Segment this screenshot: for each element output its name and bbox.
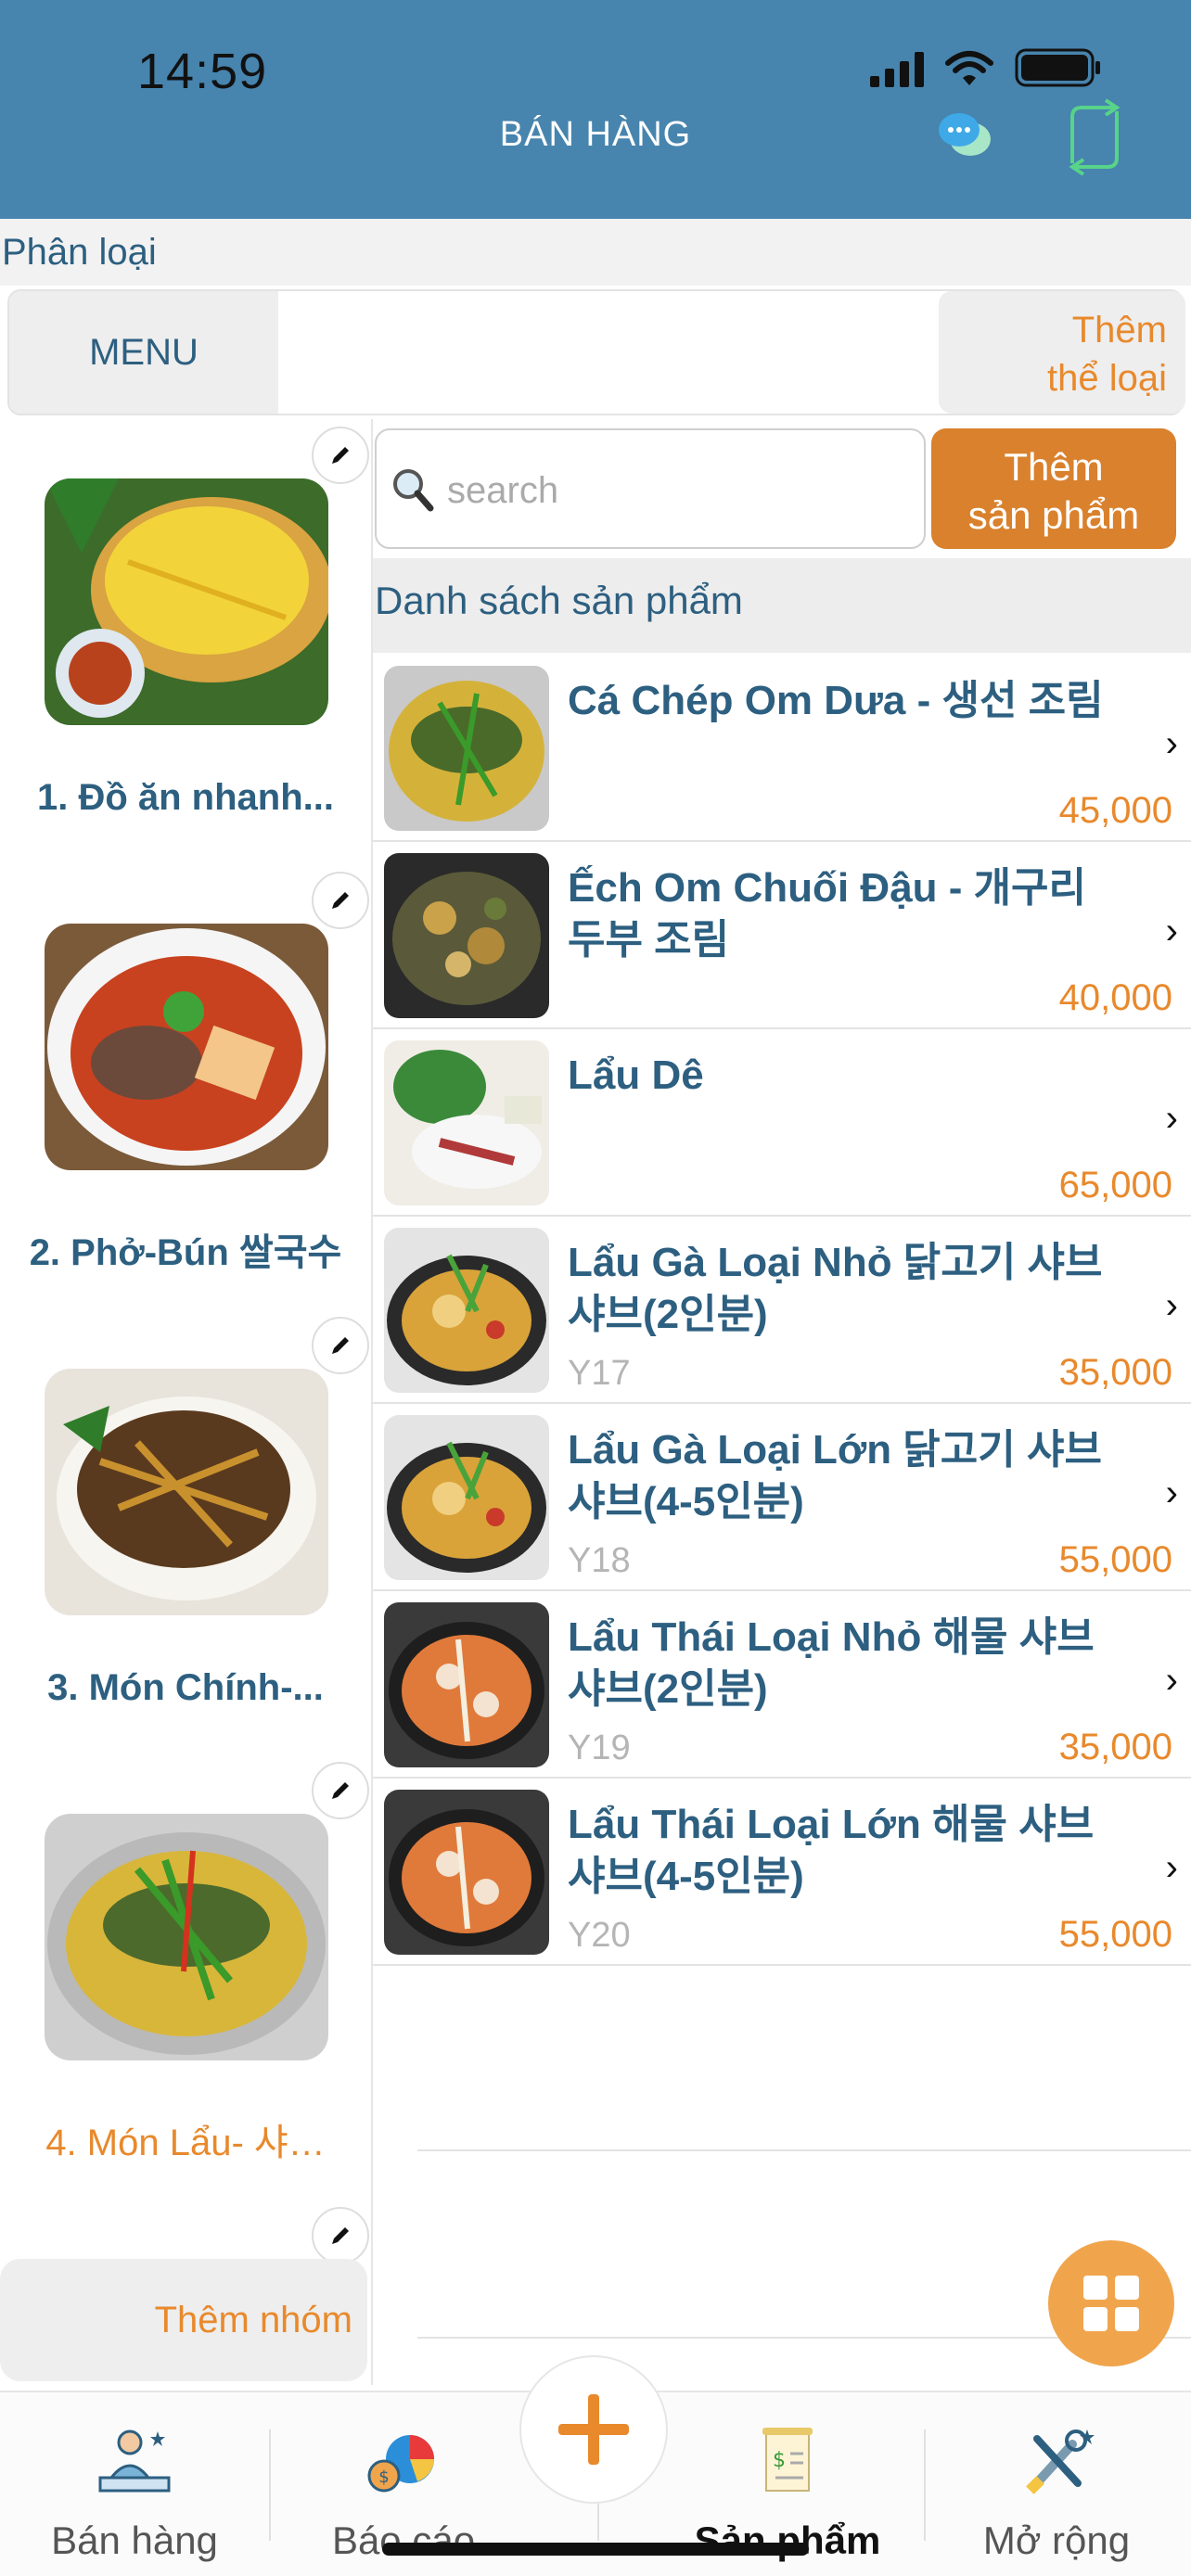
search-input[interactable] [447, 458, 892, 523]
edit-pencil-icon[interactable] [312, 2207, 369, 2264]
edit-pencil-icon[interactable] [312, 872, 369, 929]
wifi-icon [945, 51, 993, 85]
product-row[interactable]: Cá Chép Om Dưa - 생선 조림 › 45,000 [373, 655, 1191, 842]
group-name: 4. Món Lẩu- 샤… [45, 2123, 326, 2163]
group-item[interactable]: 3. Món Chính-... [0, 1309, 371, 1754]
chevron-right-icon: › [1165, 1098, 1178, 1139]
add-group-button[interactable]: Thêm nhóm [0, 2259, 367, 2381]
battery-icon [1015, 48, 1100, 87]
grid-view-button[interactable] [1048, 2240, 1174, 2366]
grid-icon [1083, 2276, 1139, 2331]
product-image [384, 666, 549, 831]
group-item[interactable]: 4. Món Lẩu- 샤… [0, 1754, 371, 2200]
product-name: Lẩu Gà Loại Lớn 닭고기 샤브샤브(4-5인분) [568, 1427, 1102, 1524]
add-category-button[interactable]: Thêm thể loại [939, 291, 1185, 414]
group-name: 3. Món Chính-... [47, 1667, 324, 1708]
tab-label: Bán hàng [51, 2519, 218, 2562]
group-list: 1. Đồ ăn nhanh... 2. Phở-Bún 쌀국수 3. Món … [0, 419, 373, 2385]
product-image [384, 1602, 549, 1767]
group-image [45, 478, 328, 725]
product-price: 55,000 [1058, 1914, 1172, 1955]
chevron-right-icon: › [1165, 723, 1178, 764]
edit-pencil-icon[interactable] [312, 1317, 369, 1374]
tab-mo-rong[interactable]: Mở rộng [922, 2392, 1191, 2576]
edit-pencil-icon[interactable] [312, 1762, 369, 1819]
tab-ban-hang[interactable]: Bán hàng [0, 2392, 269, 2576]
product-name: Cá Chép Om Dưa - 생선 조림 [568, 678, 1104, 723]
product-code: Y19 [568, 1728, 631, 1767]
category-label-bar: Phân loại [0, 219, 1191, 286]
group-image [45, 1814, 328, 2060]
group-name: 2. Phở-Bún 쌀국수 [29, 1232, 342, 1273]
chevron-right-icon: › [1165, 1847, 1178, 1888]
product-receipt-icon: $ [762, 2428, 813, 2492]
product-name: Lẩu Thái Loại Nhỏ 해물 샤브샤브(2인분) [568, 1614, 1095, 1712]
list-divider [417, 2149, 1191, 2151]
product-name: Lẩu Gà Loại Nhỏ 닭고기 샤브샤브(2인분) [568, 1240, 1103, 1337]
chevron-right-icon: › [1165, 1285, 1178, 1326]
app-header: 14:59 BÁN HÀNG [0, 0, 1191, 219]
product-price: 45,000 [1058, 790, 1172, 831]
search-field[interactable] [375, 428, 926, 549]
chevron-right-icon: › [1165, 911, 1178, 951]
product-image [384, 853, 549, 1018]
product-row[interactable]: Ếch Om Chuối Đậu - 개구리 두부 조림 › 40,000 [373, 842, 1191, 1029]
product-image [384, 1790, 549, 1955]
cellular-signal-icon [870, 50, 924, 87]
plus-icon [558, 2394, 629, 2465]
group-name: 1. Đồ ăn nhanh... [36, 777, 335, 818]
product-row[interactable]: Lẩu Thái Loại Lớn 해물 샤브샤브(4-5인분) › Y20 5… [373, 1779, 1191, 1966]
product-price: 40,000 [1058, 977, 1172, 1018]
search-icon [393, 469, 434, 512]
group-item[interactable]: 2. Phở-Bún 쌀국수 [0, 864, 371, 1309]
product-list-header: Danh sách sản phẩm [373, 558, 1191, 653]
product-code: Y20 [568, 1916, 631, 1955]
add-product-button[interactable]: Thêm sản phẩm [931, 428, 1176, 549]
report-chart-icon: $ [367, 2435, 434, 2493]
home-indicator [382, 2543, 809, 2556]
tab-label: Báo cáo [331, 2519, 476, 2562]
product-name: Lẩu Dê [568, 1052, 704, 1098]
group-item[interactable]: 1. Đồ ăn nhanh... [0, 419, 371, 864]
center-add-button[interactable] [519, 2355, 668, 2504]
tools-icon [1026, 2429, 1095, 2494]
page-title: BÁN HÀNG [499, 115, 692, 154]
product-image [384, 1228, 549, 1393]
product-row[interactable]: Lẩu Gà Loại Nhỏ 닭고기 샤브샤브(2인분) › Y17 35,0… [373, 1217, 1191, 1404]
svg-text:$: $ [773, 2449, 786, 2472]
sync-icon[interactable] [1057, 98, 1132, 176]
group-image [45, 1369, 328, 1615]
cashier-icon [98, 2429, 171, 2493]
product-name: Ếch Om Chuối Đậu - 개구리 두부 조림 [568, 865, 1087, 963]
product-row[interactable]: Lẩu Thái Loại Nhỏ 해물 샤브샤브(2인분) › Y19 35,… [373, 1591, 1191, 1779]
product-code: Y17 [568, 1354, 631, 1393]
product-price: 55,000 [1058, 1539, 1172, 1580]
product-image [384, 1040, 549, 1205]
product-image [384, 1415, 549, 1580]
status-icons [870, 48, 1102, 87]
category-tab-menu[interactable]: MENU [9, 291, 278, 414]
edit-pencil-icon[interactable] [312, 427, 369, 484]
product-price: 35,000 [1058, 1727, 1172, 1767]
product-price: 65,000 [1058, 1165, 1172, 1205]
tab-label: Sản phẩm [694, 2519, 881, 2562]
chat-icon[interactable] [937, 109, 992, 161]
category-label: Phân loại [2, 232, 157, 273]
product-code: Y18 [568, 1541, 631, 1580]
product-row[interactable]: Lẩu Gà Loại Lớn 닭고기 샤브샤브(4-5인분) › Y18 55… [373, 1404, 1191, 1591]
tab-label: Mở rộng [982, 2519, 1131, 2562]
product-row[interactable]: Lẩu Dê › 65,000 [373, 1029, 1191, 1217]
svg-text:$: $ [378, 2468, 389, 2487]
chevron-right-icon: › [1165, 1660, 1178, 1701]
status-time: 14:59 [137, 44, 268, 99]
chevron-right-icon: › [1165, 1473, 1178, 1513]
product-name: Lẩu Thái Loại Lớn 해물 샤브샤브(4-5인분) [568, 1802, 1095, 1899]
group-image [45, 924, 328, 1170]
product-price: 35,000 [1058, 1352, 1172, 1393]
